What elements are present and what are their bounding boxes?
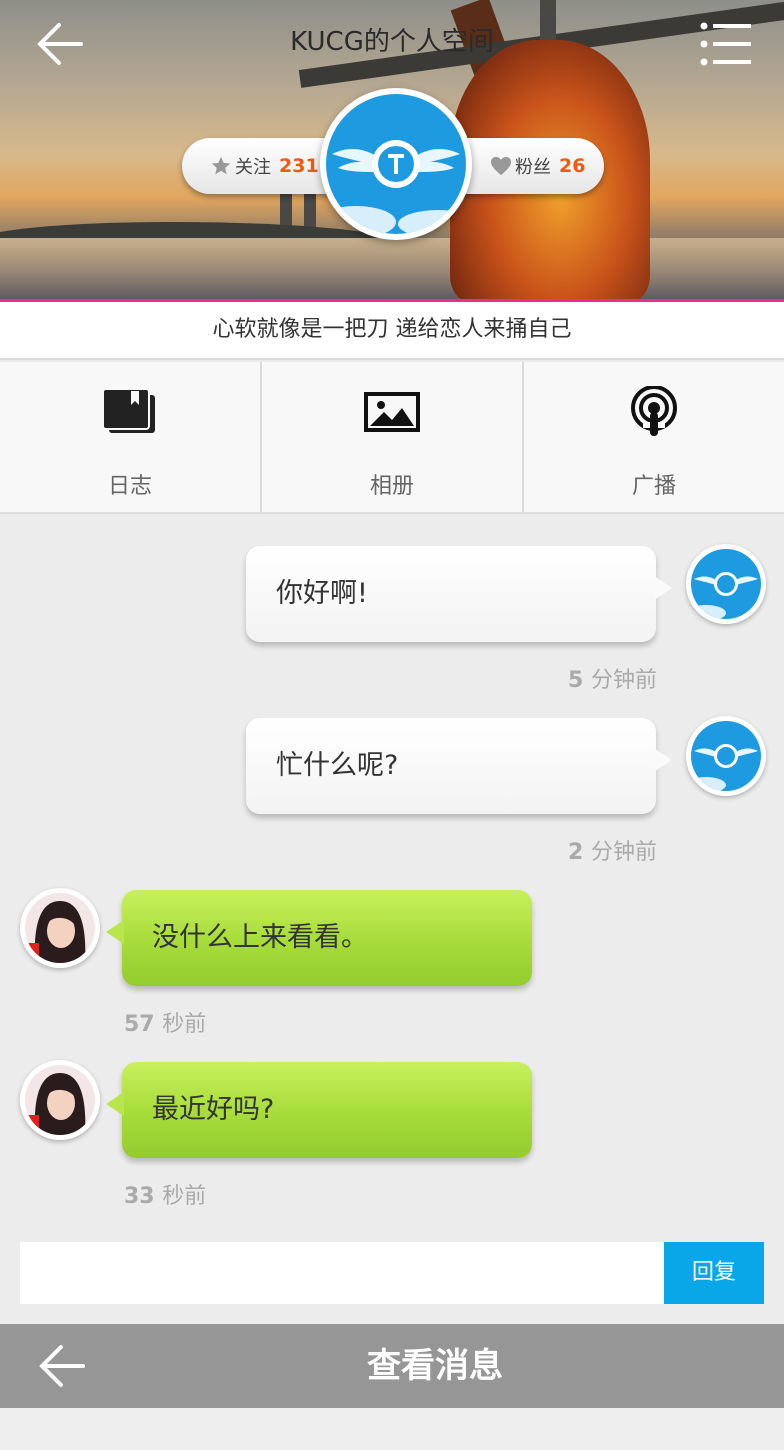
bottom-bar: 查看消息 [0, 1324, 784, 1408]
timestamp-unit: 秒前 [162, 1184, 207, 1209]
broadcast-icon [629, 386, 679, 438]
message-timestamp: 5 分钟前 [568, 662, 657, 694]
message-bubble[interactable]: 最近好吗? [106, 1062, 532, 1158]
profile-avatar[interactable] [320, 88, 472, 240]
winged-logo-avatar [326, 94, 466, 234]
profile-signature: 心软就像是一把刀 递给恋人来捅自己 [0, 302, 784, 360]
winged-logo-avatar [691, 721, 761, 791]
page-title: KUCG的个人空间 [290, 27, 494, 57]
tab-album-label: 相册 [369, 474, 414, 499]
timestamp-number: 5 [568, 668, 584, 693]
message-bubble[interactable]: 没什么上来看看。 [106, 890, 532, 986]
fans-label: 粉丝 [515, 157, 551, 178]
tab-journal[interactable]: 日志 [0, 362, 262, 512]
tab-broadcast[interactable]: 广播 [524, 362, 784, 512]
tab-journal-label: 日志 [107, 474, 152, 499]
reply-input[interactable] [20, 1242, 664, 1304]
person-photo-avatar [25, 1065, 95, 1135]
reply-button[interactable]: 回复 [664, 1242, 764, 1304]
arrow-left-icon [39, 1345, 85, 1387]
banner-water [0, 238, 784, 299]
message-bubble[interactable]: 你好啊! [246, 546, 672, 642]
photo-icon [364, 386, 420, 438]
message-timestamp: 57 秒前 [124, 1006, 206, 1038]
menu-button[interactable] [696, 16, 756, 72]
person-photo-avatar [25, 893, 95, 963]
timestamp-unit: 分钟前 [590, 840, 657, 865]
follow-label: 关注 [235, 157, 271, 178]
timestamp-number: 57 [124, 1012, 155, 1037]
winged-logo-avatar [691, 549, 761, 619]
heart-icon [490, 156, 512, 176]
bottom-bar-title: 查看消息 [367, 1346, 503, 1386]
follow-count: 231 [279, 155, 319, 177]
star-icon [210, 155, 232, 177]
message-timestamp: 33 秒前 [124, 1178, 206, 1210]
bottom-back-button[interactable] [32, 1338, 92, 1394]
list-menu-icon [700, 22, 751, 66]
back-button[interactable] [30, 16, 90, 72]
tab-album[interactable]: 相册 [262, 362, 524, 512]
timestamp-unit: 分钟前 [590, 668, 657, 693]
fans-count: 26 [559, 155, 586, 177]
my-avatar[interactable] [686, 544, 766, 624]
timestamp-unit: 秒前 [162, 1012, 207, 1037]
book-icon [103, 386, 157, 438]
contact-avatar[interactable] [20, 1060, 100, 1140]
footer-strip [0, 1408, 784, 1450]
my-avatar[interactable] [686, 716, 766, 796]
contact-avatar[interactable] [20, 888, 100, 968]
arrow-left-icon [37, 23, 83, 65]
tab-broadcast-label: 广播 [631, 474, 676, 499]
feature-tabs: 日志 相册 广播 [0, 362, 784, 514]
timestamp-number: 33 [124, 1184, 155, 1209]
timestamp-number: 2 [568, 840, 584, 865]
message-bubble[interactable]: 忙什么呢? [246, 718, 672, 814]
message-timestamp: 2 分钟前 [568, 834, 657, 866]
